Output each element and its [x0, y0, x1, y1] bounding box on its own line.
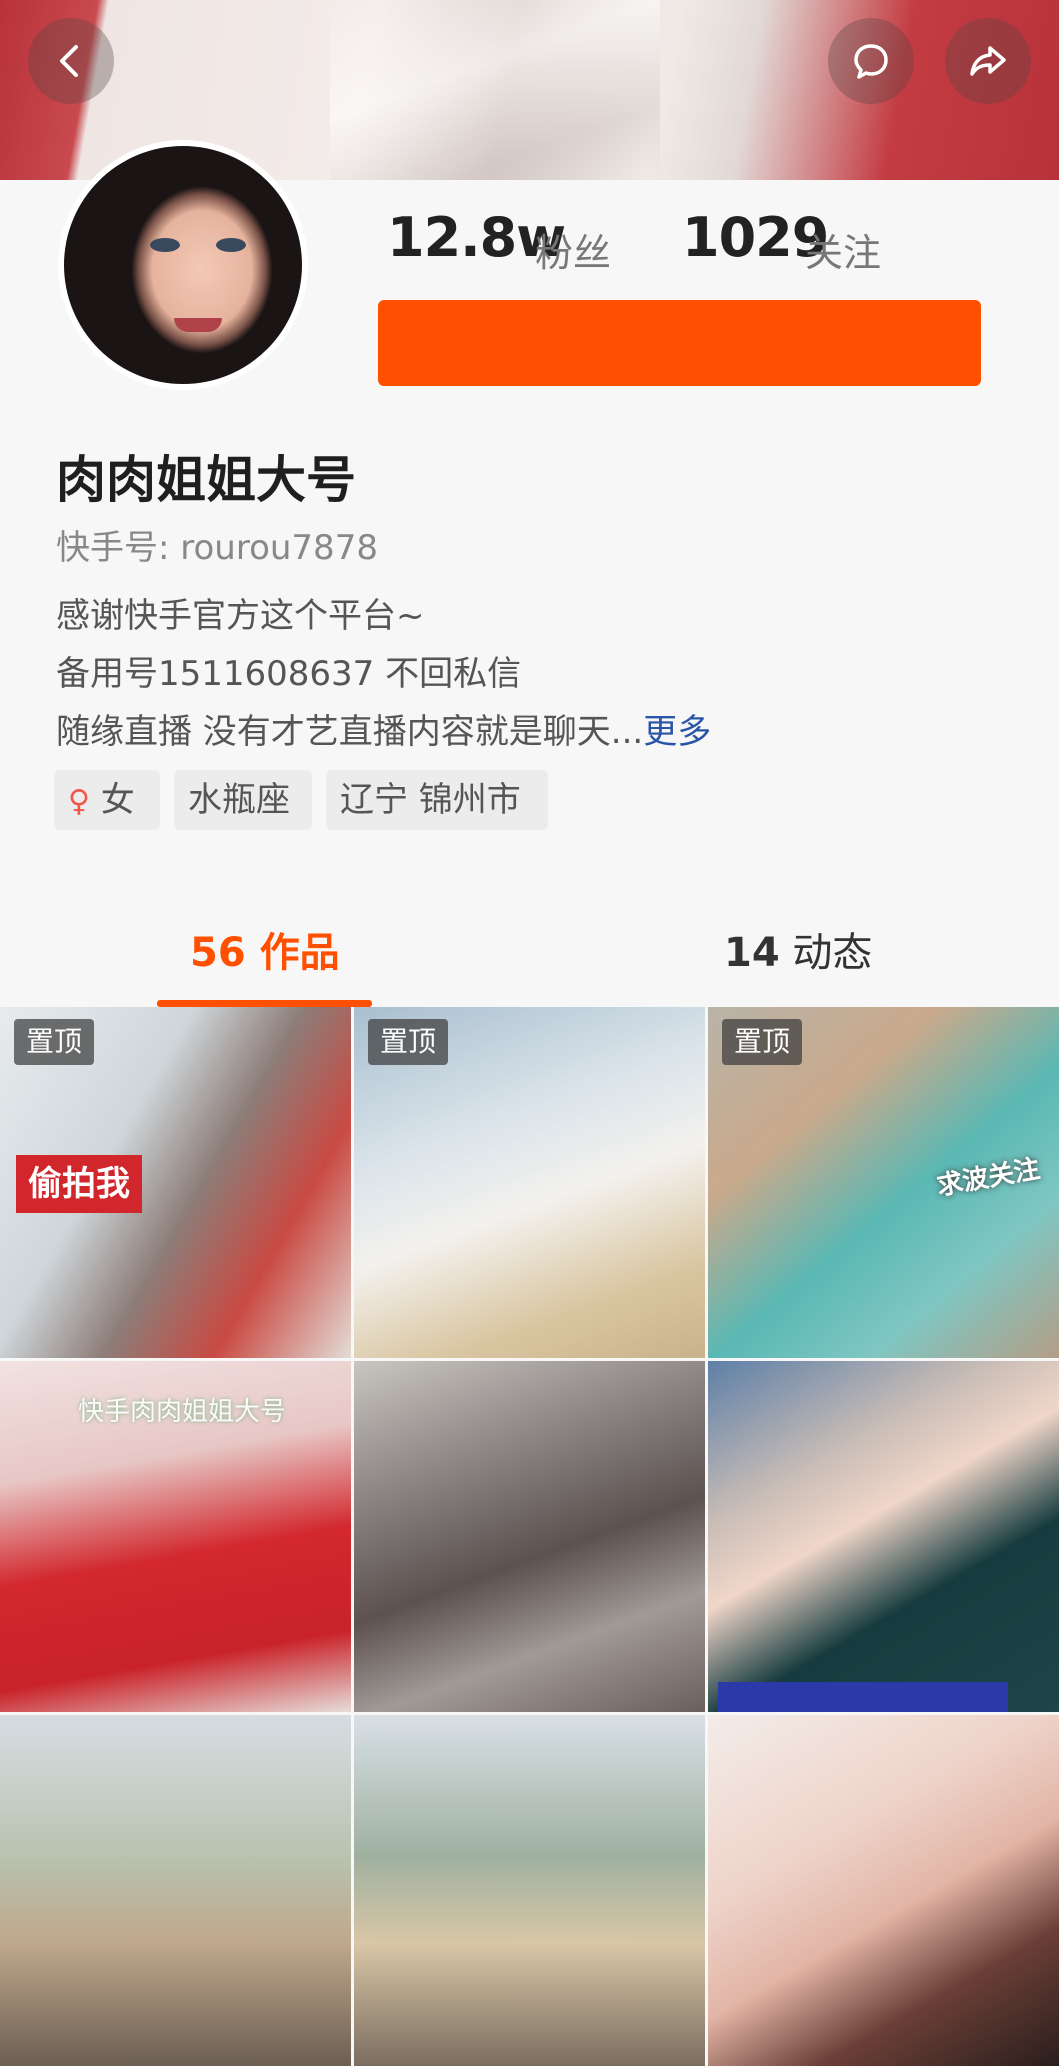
video-thumb[interactable]: 快手肉肉姐姐大号: [0, 1361, 351, 1712]
fans-label[interactable]: 粉丝: [535, 222, 611, 277]
tab-moments-label: 动态: [792, 930, 873, 976]
follow-button[interactable]: [378, 300, 981, 386]
avatar-image: [64, 146, 302, 384]
tab-moments[interactable]: 14 动态: [724, 920, 872, 978]
location-tag: 辽宁 锦州市: [326, 770, 548, 830]
bio-line-3-text: 随缘直播 没有才艺直播内容就是聊天...: [56, 712, 644, 752]
tab-works-label: 作品: [259, 930, 340, 976]
female-icon: ♀: [68, 784, 90, 819]
zodiac-tag: 水瓶座: [174, 770, 312, 830]
video-thumb[interactable]: 置顶: [354, 1007, 705, 1358]
bio-line-3: 随缘直播 没有才艺直播内容就是聊天...更多: [56, 704, 711, 753]
video-caption-bar: [718, 1682, 1008, 1712]
gender-tag: ♀ 女: [54, 770, 160, 830]
following-label[interactable]: 关注: [805, 222, 881, 277]
bio-line-1: 感谢快手官方这个平台~: [56, 596, 425, 636]
bio-line-2: 备用号1511608637 不回私信: [56, 654, 522, 694]
video-caption: 偷拍我: [16, 1155, 142, 1213]
back-button[interactable]: [28, 18, 114, 104]
video-thumb[interactable]: [354, 1715, 705, 2066]
share-button[interactable]: [945, 18, 1031, 104]
profile-name: 肉肉姐姐大号: [56, 451, 356, 509]
pinned-badge: 置顶: [368, 1019, 449, 1065]
video-thumb[interactable]: [0, 1715, 351, 2066]
video-watermark: 快手肉肉姐姐大号: [78, 1397, 287, 1427]
tab-moments-count: 14: [724, 930, 780, 976]
pinned-badge: 置顶: [722, 1019, 803, 1065]
active-tab-indicator: [157, 1000, 372, 1007]
video-thumb[interactable]: 置顶 偷拍我: [0, 1007, 351, 1358]
video-sticker: 求波关注: [934, 1154, 1043, 1202]
video-thumb[interactable]: [708, 1361, 1059, 1712]
speech-bubble-icon: [854, 44, 888, 79]
video-thumb[interactable]: [708, 1715, 1059, 2066]
video-thumb[interactable]: [354, 1361, 705, 1712]
avatar[interactable]: [58, 140, 308, 390]
user-id: 快手号: rourou7878: [56, 528, 378, 568]
chevron-left-icon: [60, 45, 78, 77]
tab-works[interactable]: 56 作品: [190, 920, 340, 978]
pinned-badge: 置顶: [14, 1019, 95, 1065]
message-button[interactable]: [828, 18, 914, 104]
more-link[interactable]: 更多: [643, 712, 711, 752]
tab-works-count: 56: [190, 930, 246, 976]
share-arrow-icon: [970, 46, 1006, 76]
gender-label: 女: [100, 780, 135, 820]
video-thumb[interactable]: 置顶 求波关注: [708, 1007, 1059, 1358]
